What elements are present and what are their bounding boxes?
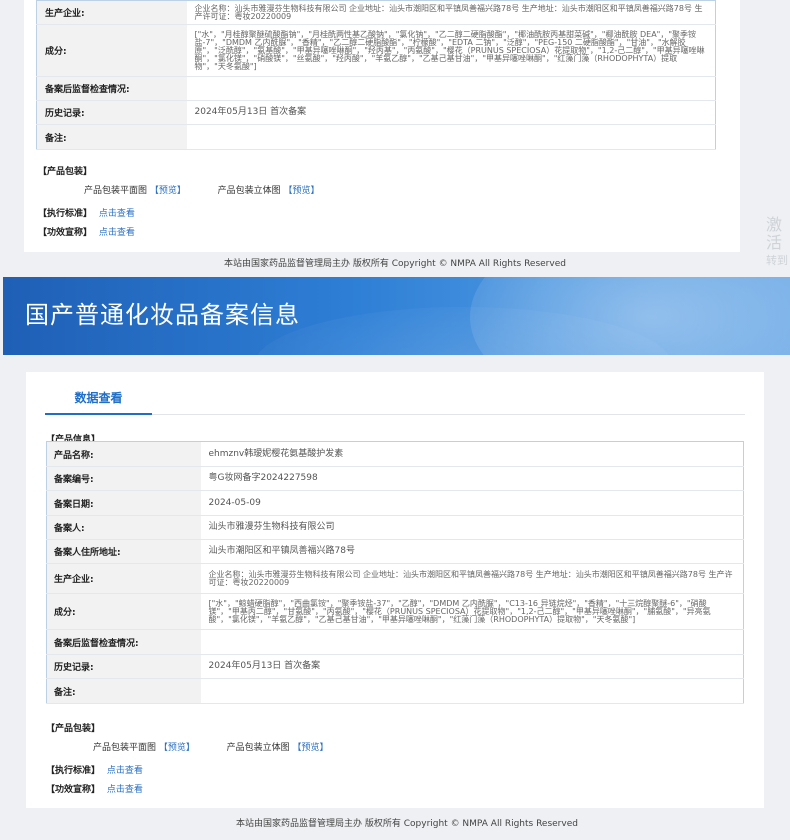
efficacy-label: 【功效宣称】 [46,785,101,795]
row-value [200,629,744,655]
row-label: 成分: [46,593,201,630]
row-value [186,76,716,101]
row-label: 产品名称: [46,441,201,467]
table-row: 备注: [36,124,716,150]
stereo-image-preview-link[interactable]: 【预览】 [284,186,320,196]
row-label: 生产企业: [36,0,187,25]
efficacy-row: 【功效宣称】 点击查看 [46,782,329,795]
row-value [186,124,716,150]
standard-view-link[interactable]: 点击查看 [107,766,143,776]
table-row: 备案人: 汕头市雅漫芬生物科技有限公司 [46,515,744,540]
table-row: 备案后监督检查情况: [36,76,716,101]
package-section: 【产品包装】 产品包装平面图 【预览】 产品包装立体图 【预览】 【执行标准】 … [46,721,329,795]
product-info-table: 产品名称: ehmznv韩瑷妮樱花氨基酸护发素 备案编号: 粤G妆网备字2024… [46,441,744,704]
standard-label: 【执行标准】 [46,766,101,776]
row-label: 生产企业: [46,563,201,594]
stereo-image-preview-link[interactable]: 【预览】 [293,743,329,753]
row-value: 企业名称：汕头市雅漫芬生物科技有限公司 企业地址：汕头市潮阳区和平镇凤善福兴路7… [200,563,744,594]
previous-record-panel: 生产企业: 企业名称：汕头市雅漫芬生物科技有限公司 企业地址：汕头市潮阳区和平镇… [24,0,740,252]
table-row: 备案日期: 2024-05-09 [46,490,744,516]
row-value: 汕头市潮阳区和平镇凤善福兴路78号 [200,539,744,564]
table-row: 产品名称: ehmznv韩瑷妮樱花氨基酸护发素 [46,441,744,467]
table-row: 备案后监督检查情况: [46,629,744,655]
row-value: 企业名称：汕头市雅漫芬生物科技有限公司 企业地址：汕头市潮阳区和平镇凤善福兴路7… [186,0,716,25]
package-links-row: 产品包装平面图 【预览】 产品包装立体图 【预览】 [46,740,329,753]
row-value: 2024年05月13日 首次备案 [186,100,716,125]
row-label: 备注: [46,678,201,704]
row-value: 2024-05-09 [200,490,744,516]
row-label: 备案人住所地址: [46,539,201,564]
watermark-line-1: 激活 [766,215,783,252]
table-row: 生产企业: 企业名称：汕头市雅漫芬生物科技有限公司 企业地址：汕头市潮阳区和平镇… [46,563,744,594]
row-label: 历史记录: [36,100,187,125]
efficacy-row: 【功效宣称】 点击查看 [38,225,320,238]
flat-image-label: 产品包装平面图 [84,186,148,196]
row-label: 备案后监督检查情况: [46,629,201,655]
flat-image-preview-link[interactable]: 【预览】 [159,743,195,753]
standard-view-link[interactable]: 点击查看 [99,209,135,219]
previous-record-table: 生产企业: 企业名称：汕头市雅漫芬生物科技有限公司 企业地址：汕头市潮阳区和平镇… [36,0,716,150]
page-footer: 本站由国家药品监督管理局主办 版权所有 Copyright © NMPA All… [236,819,578,829]
flat-image-preview-link[interactable]: 【预览】 [150,186,186,196]
page-banner: 国产普通化妆品备案信息 [3,277,790,355]
package-links-row: 产品包装平面图 【预览】 产品包装立体图 【预览】 [38,183,320,196]
row-value: 粤G妆网备字2024227598 [200,466,744,491]
table-row: 生产企业: 企业名称：汕头市雅漫芬生物科技有限公司 企业地址：汕头市潮阳区和平镇… [36,0,716,25]
package-header: 【产品包装】 [38,167,93,177]
row-label: 成分: [36,24,187,77]
row-value [200,678,744,704]
row-value: ["水"，"月桂醇聚醚硫酸酯钠"，"月桂酰两性基乙酸钠"，"氯化钠"，"乙二醇二… [186,24,716,77]
tab-data-view[interactable]: 数据查看 [45,372,152,415]
table-row: 历史记录: 2024年05月13日 首次备案 [46,654,744,679]
efficacy-view-link[interactable]: 点击查看 [99,228,135,238]
table-row: 备案编号: 粤G妆网备字2024227598 [46,466,744,491]
efficacy-label: 【功效宣称】 [38,228,93,238]
flat-image-label: 产品包装平面图 [93,743,157,753]
row-label: 备注: [36,124,187,150]
row-label: 历史记录: [46,654,201,679]
row-value: 汕头市雅漫芬生物科技有限公司 [200,515,744,540]
top-footer: 本站由国家药品监督管理局主办 版权所有 Copyright © NMPA All… [224,259,566,269]
tab-bar: 数据查看 [45,372,745,415]
package-section: 【产品包装】 产品包装平面图 【预览】 产品包装立体图 【预览】 【执行标准】 … [38,164,320,238]
row-label: 备案后监督检查情况: [36,76,187,101]
page-title: 国产普通化妆品备案信息 [25,301,300,329]
row-value: 2024年05月13日 首次备案 [200,654,744,679]
standard-label: 【执行标准】 [38,209,93,219]
row-label: 备案人: [46,515,201,540]
standard-row: 【执行标准】 点击查看 [38,206,320,219]
stereo-image-label: 产品包装立体图 [217,186,281,196]
table-row: 成分: ["水"，"月桂醇聚醚硫酸酯钠"，"月桂酰两性基乙酸钠"，"氯化钠"，"… [36,24,716,77]
record-detail-panel: 数据查看 【产品信息】 产品名称: ehmznv韩瑷妮樱花氨基酸护发素 备案编号… [26,372,764,808]
table-row: 成分: ["水"，"鲸蜡硬脂醇"，"西曲氯铵"，"聚季铵盐-37"，"乙醇"，"… [46,593,744,630]
row-label: 备案编号: [46,466,201,491]
row-label: 备案日期: [46,490,201,516]
row-value: ehmznv韩瑷妮樱花氨基酸护发素 [200,441,744,467]
table-row: 备案人住所地址: 汕头市潮阳区和平镇凤善福兴路78号 [46,539,744,564]
table-row: 备注: [46,678,744,704]
standard-row: 【执行标准】 点击查看 [46,763,329,776]
stereo-image-label: 产品包装立体图 [226,743,290,753]
table-row: 历史记录: 2024年05月13日 首次备案 [36,100,716,125]
row-value: ["水"，"鲸蜡硬脂醇"，"西曲氯铵"，"聚季铵盐-37"，"乙醇"，"DMDM… [200,593,744,630]
efficacy-view-link[interactable]: 点击查看 [107,785,143,795]
package-header: 【产品包装】 [46,724,101,734]
